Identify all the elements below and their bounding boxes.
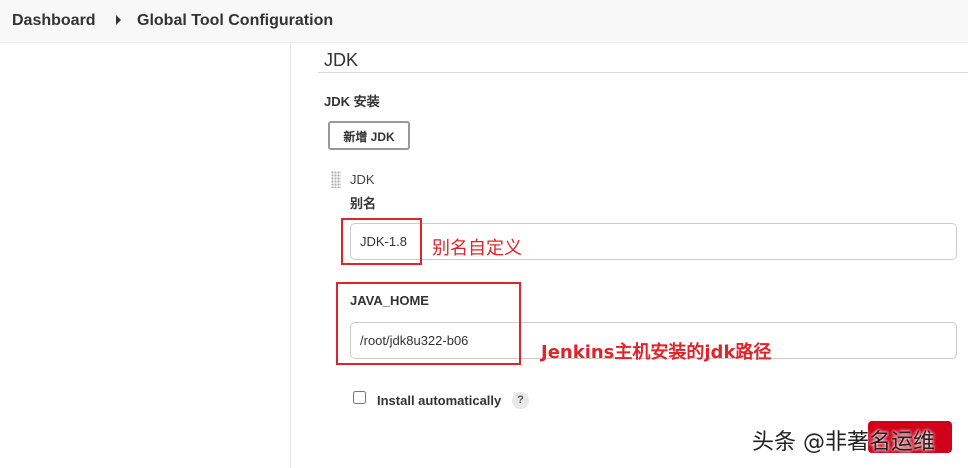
alias-annotation: 别名自定义 [432, 238, 522, 259]
section-divider [318, 72, 968, 73]
chevron-right-icon[interactable] [116, 15, 121, 25]
watermark: 头条 @非著名运维 [752, 430, 935, 455]
section-title-jdk: JDK [324, 50, 359, 70]
jdk-install-label: JDK 安装 [324, 94, 380, 109]
help-icon[interactable]: ? [512, 392, 529, 409]
alias-label: 别名 [350, 196, 377, 211]
sidebar-divider [290, 42, 291, 468]
drag-handle-icon[interactable] [331, 171, 341, 188]
breadcrumb: Dashboard Global Tool Configuration [0, 0, 968, 43]
java-home-annotation: Jenkins主机安装的jdk路径 [541, 342, 772, 363]
install-automatically-label[interactable]: Install automatically [377, 393, 501, 408]
breadcrumb-dashboard[interactable]: Dashboard [12, 12, 96, 30]
install-automatically-checkbox[interactable] [353, 391, 366, 404]
add-jdk-button[interactable]: 新增 JDK [328, 121, 410, 150]
java-home-label: JAVA_HOME [350, 293, 429, 308]
jdk-entry-header: JDK [350, 172, 375, 187]
breadcrumb-global-tool-configuration[interactable]: Global Tool Configuration [137, 12, 333, 30]
